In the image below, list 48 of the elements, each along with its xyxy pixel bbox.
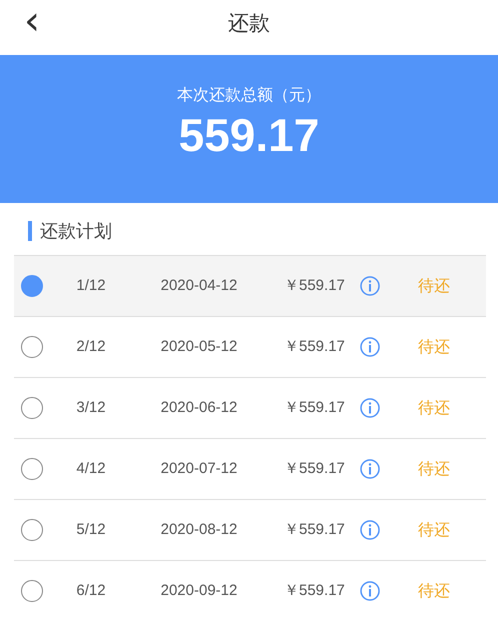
info-icon[interactable] [360, 581, 380, 601]
amount-text: ￥559.17 [284, 580, 346, 601]
plan-row[interactable]: 1/12 2020-04-12 ￥559.17 待还 [14, 255, 486, 316]
period-text: 5/12 [75, 520, 107, 540]
period-text: 1/12 [75, 276, 107, 296]
radio-button[interactable] [21, 336, 43, 358]
radio-button[interactable] [21, 275, 43, 297]
status-text: 待还 [418, 397, 450, 419]
radio-button[interactable] [21, 458, 43, 480]
status-text: 待还 [418, 458, 450, 480]
period-text: 4/12 [75, 458, 107, 479]
due-date: 2020-05-12 [160, 336, 238, 357]
amount-text: ￥559.17 [284, 276, 346, 296]
plan-row[interactable]: 6/12 2020-09-12 ￥559.17 待还 [14, 560, 486, 617]
section-title: 还款计划 [40, 220, 112, 244]
due-date: 2020-09-12 [160, 580, 238, 601]
info-icon[interactable] [360, 337, 380, 357]
amount-text: ￥559.17 [284, 458, 346, 479]
radio-button[interactable] [21, 519, 43, 541]
total-amount: 559.17 [178, 109, 320, 161]
status-text: 待还 [418, 336, 450, 358]
status-text: 待还 [418, 580, 450, 602]
period-text: 2/12 [75, 336, 107, 357]
info-icon[interactable] [360, 276, 380, 296]
amount-text: ￥559.17 [284, 336, 346, 357]
back-button[interactable]: ‹ [24, 4, 40, 38]
radio-button[interactable] [21, 580, 43, 602]
section-marker [28, 221, 32, 241]
plan-row[interactable]: 2/12 2020-05-12 ￥559.17 待还 [14, 316, 486, 377]
radio-button[interactable] [21, 397, 43, 419]
total-label: 本次还款总额（元） [177, 85, 321, 104]
plan-row[interactable]: 4/12 2020-07-12 ￥559.17 待还 [14, 438, 486, 499]
amount-text: ￥559.17 [284, 520, 346, 540]
status-text: 待还 [418, 275, 450, 297]
info-icon[interactable] [360, 398, 380, 418]
page-title: 还款 [228, 11, 270, 35]
period-text: 3/12 [75, 398, 107, 418]
period-text: 6/12 [75, 580, 107, 601]
due-date: 2020-07-12 [160, 458, 238, 479]
info-icon[interactable] [360, 520, 380, 540]
amount-text: ￥559.17 [284, 398, 346, 418]
plan-row[interactable]: 5/12 2020-08-12 ￥559.17 待还 [14, 499, 486, 560]
plan-row[interactable]: 3/12 2020-06-12 ￥559.17 待还 [14, 377, 486, 438]
status-text: 待还 [418, 519, 450, 541]
due-date: 2020-04-12 [160, 276, 238, 296]
info-icon[interactable] [360, 459, 380, 479]
due-date: 2020-08-12 [160, 520, 238, 540]
due-date: 2020-06-12 [160, 398, 238, 418]
